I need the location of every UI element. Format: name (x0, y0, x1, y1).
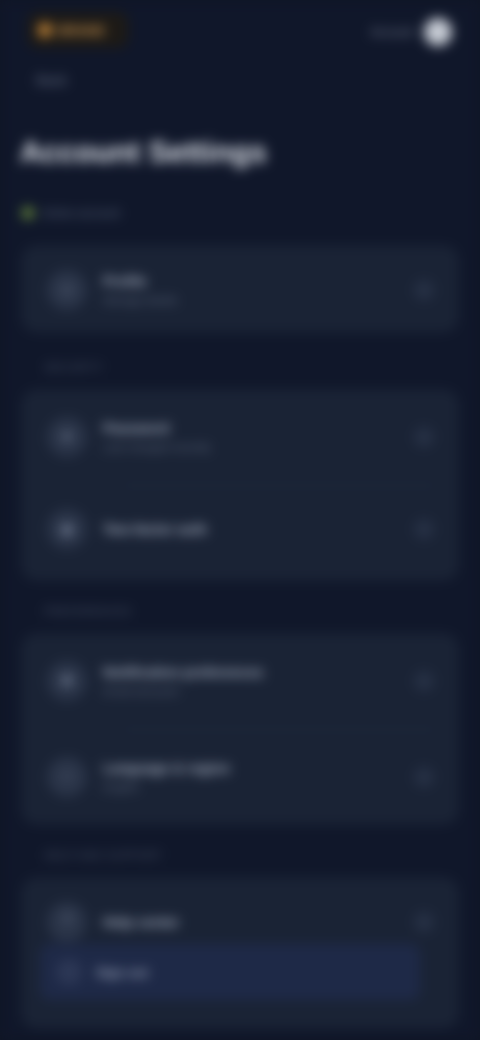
sign-out-label: Sign out (96, 964, 148, 980)
row-title: Language & region (103, 760, 230, 776)
row-title: Profile (103, 273, 147, 289)
row-title: Notification preferences (103, 664, 264, 680)
preferences-card: ■ Notification preferences Email and pus… (22, 634, 458, 824)
section-label-preferences: PREFERENCES (44, 606, 133, 618)
blurred-app-screen: BRAND Account Back Account Settings Acti… (0, 0, 480, 1040)
row-text: Two-factor auth (103, 521, 413, 537)
avatar[interactable] (424, 18, 452, 46)
section-label-support: HELP AND SUPPORT (44, 850, 163, 862)
back-link[interactable]: Back (36, 72, 67, 88)
chevron-right-icon: › (413, 911, 435, 933)
row-title: Password (103, 420, 170, 436)
globe-icon: ○ (47, 757, 87, 797)
settings-row-two-factor[interactable]: ◆ Two-factor auth › (23, 505, 457, 553)
status-text: Active account (42, 206, 121, 220)
sign-out-button[interactable]: Sign out (40, 944, 420, 1000)
help-icon: ? (47, 902, 87, 942)
bell-icon: ■ (47, 661, 87, 701)
row-title: Help center (103, 914, 180, 930)
row-text: Notification preferences Email and push (103, 664, 413, 698)
divider (123, 729, 435, 730)
logo-text: BRAND (58, 22, 105, 38)
top-actions: Account (371, 18, 452, 46)
chevron-right-icon: › (413, 766, 435, 788)
row-text: Profile Manage details (103, 273, 413, 307)
row-subtitle: English (103, 782, 140, 794)
chevron-right-icon: › (413, 279, 435, 301)
row-title: Two-factor auth (103, 521, 207, 537)
row-text: Help center (103, 914, 413, 930)
user-icon: ☺ (47, 270, 87, 310)
chevron-right-icon: › (413, 670, 435, 692)
chevron-right-icon: › (413, 518, 435, 540)
divider (123, 485, 435, 486)
lock-icon: ● (47, 417, 87, 457)
row-subtitle: Email and push (103, 686, 179, 698)
logo[interactable]: BRAND (28, 12, 128, 48)
row-subtitle: Manage details (103, 295, 178, 307)
top-bar: BRAND Account (0, 0, 480, 64)
shield-icon: ◆ (47, 509, 87, 549)
settings-row-help[interactable]: ? Help center › (23, 899, 457, 945)
status-row: Active account (22, 206, 120, 220)
settings-row-password[interactable]: ● Password Last changed recently › (23, 413, 457, 461)
section-label-security: SECURITY (44, 362, 104, 374)
row-subtitle: Last changed recently (103, 442, 211, 454)
settings-row-language[interactable]: ○ Language & region English › (23, 753, 457, 801)
logo-icon (38, 23, 52, 37)
page-title: Account Settings (20, 136, 267, 169)
profile-card: ☺ Profile Manage details › (22, 246, 458, 332)
settings-row-profile[interactable]: ☺ Profile Manage details › (23, 267, 457, 313)
top-label[interactable]: Account (371, 25, 414, 39)
security-card: ● Password Last changed recently › ◆ Two… (22, 390, 458, 580)
chevron-right-icon: › (413, 426, 435, 448)
row-text: Language & region English (103, 760, 413, 794)
row-text: Password Last changed recently (103, 420, 413, 454)
settings-row-notifications[interactable]: ■ Notification preferences Email and pus… (23, 657, 457, 705)
logout-icon (56, 959, 82, 985)
status-dot-icon (22, 207, 34, 219)
